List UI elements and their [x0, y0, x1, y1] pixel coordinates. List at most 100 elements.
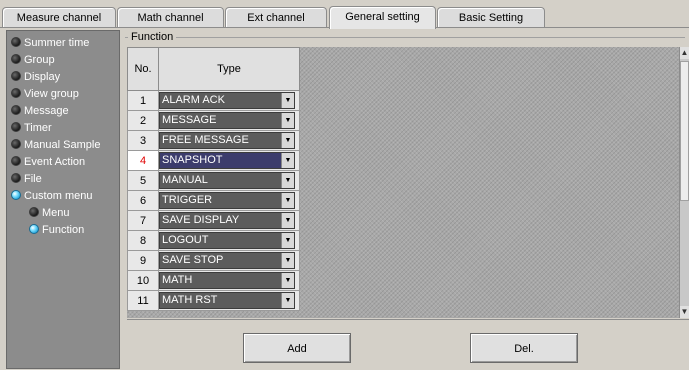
sidebar-item-label: Display: [24, 71, 61, 83]
table-row-selected: 4 SNAPSHOT ▼: [127, 150, 300, 171]
type-value: ALARM ACK: [162, 94, 225, 106]
type-value: SNAPSHOT: [162, 154, 223, 166]
sidebar-item-summer-time[interactable]: Summer time: [11, 36, 89, 50]
type-value: LOGOUT: [162, 234, 209, 246]
row-number: 8: [127, 230, 159, 251]
radio-indicator-icon: [29, 207, 39, 217]
group-title: Function: [128, 30, 177, 44]
tab-basic-setting[interactable]: Basic Setting: [437, 7, 545, 27]
table-row: 2 MESSAGE ▼: [127, 110, 300, 131]
chevron-down-icon[interactable]: ▼: [281, 233, 294, 248]
chevron-down-icon[interactable]: ▼: [281, 93, 294, 108]
delete-button[interactable]: Del.: [470, 333, 578, 363]
chevron-down-icon[interactable]: ▼: [281, 273, 294, 288]
function-table: No. Type 1 ALARM ACK ▼ 2 MESSAGE ▼ 3 FREE …: [127, 47, 300, 311]
sidebar-item-label: Event Action: [24, 156, 86, 168]
table-row: 9 SAVE STOP ▼: [127, 250, 300, 271]
row-number: 2: [127, 110, 159, 131]
tab-measure-channel[interactable]: Measure channel: [2, 7, 116, 27]
radio-indicator-icon: [11, 139, 21, 149]
type-dropdown[interactable]: SNAPSHOT ▼: [159, 152, 295, 169]
type-value: MATH RST: [162, 294, 218, 306]
sidebar-item-function[interactable]: Function: [29, 223, 84, 237]
row-number: 3: [127, 130, 159, 151]
type-dropdown[interactable]: MESSAGE ▼: [159, 112, 295, 129]
type-value: FREE MESSAGE: [162, 134, 249, 146]
sidebar-item-group[interactable]: Group: [11, 53, 55, 67]
sidebar-item-file[interactable]: File: [11, 172, 42, 186]
row-number: 6: [127, 190, 159, 211]
sidebar-item-label: View group: [24, 88, 79, 100]
row-number: 4: [127, 150, 159, 171]
chevron-down-icon[interactable]: ▼: [281, 213, 294, 228]
radio-indicator-icon: [11, 88, 21, 98]
row-number: 9: [127, 250, 159, 271]
type-value: MANUAL: [162, 174, 208, 186]
type-dropdown[interactable]: MATH ▼: [159, 272, 295, 289]
sidebar-item-label: Function: [42, 224, 85, 236]
radio-indicator-icon: [11, 105, 21, 115]
type-dropdown[interactable]: TRIGGER ▼: [159, 192, 295, 209]
row-number: 7: [127, 210, 159, 231]
table-row: 3 FREE MESSAGE ▼: [127, 130, 300, 151]
sidebar-item-manual-sample[interactable]: Manual Sample: [11, 138, 100, 152]
radio-indicator-icon: [11, 37, 21, 47]
type-dropdown[interactable]: ALARM ACK ▼: [159, 92, 295, 109]
table-row: 7 SAVE DISPLAY ▼: [127, 210, 300, 231]
sidebar-item-custom-menu[interactable]: Custom menu: [11, 189, 92, 203]
radio-selected-icon: [29, 224, 39, 234]
radio-indicator-icon: [11, 54, 21, 64]
sidebar: Summer time Group Display View group Mes…: [6, 30, 120, 369]
sidebar-item-label: Summer time: [24, 37, 90, 49]
chevron-down-icon[interactable]: ▼: [281, 133, 294, 148]
type-value: TRIGGER: [162, 194, 213, 206]
chevron-down-icon[interactable]: ▼: [281, 153, 294, 168]
radio-selected-icon: [11, 190, 21, 200]
vertical-scrollbar[interactable]: ▲ ▼: [679, 47, 689, 318]
chevron-down-icon[interactable]: ▼: [281, 173, 294, 188]
table-row: 6 TRIGGER ▼: [127, 190, 300, 211]
sidebar-item-label: Group: [24, 54, 55, 66]
scroll-down-arrow-icon[interactable]: ▼: [680, 306, 689, 318]
sidebar-item-menu[interactable]: Menu: [29, 206, 70, 220]
sidebar-item-label: Message: [24, 105, 69, 117]
sidebar-item-label: Custom menu: [24, 190, 93, 202]
row-number: 1: [127, 90, 159, 111]
radio-indicator-icon: [11, 122, 21, 132]
add-button[interactable]: Add: [243, 333, 351, 363]
column-header-type: Type: [158, 47, 300, 91]
type-dropdown[interactable]: MANUAL ▼: [159, 172, 295, 189]
sidebar-item-timer[interactable]: Timer: [11, 121, 52, 135]
sidebar-item-label: Manual Sample: [24, 139, 101, 151]
chevron-down-icon[interactable]: ▼: [281, 293, 294, 308]
type-dropdown[interactable]: FREE MESSAGE ▼: [159, 132, 295, 149]
footer-bar: Add Del.: [127, 319, 689, 370]
row-number: 11: [127, 290, 159, 311]
radio-indicator-icon: [11, 173, 21, 183]
sidebar-item-event-action[interactable]: Event Action: [11, 155, 85, 169]
table-row: 5 MANUAL ▼: [127, 170, 300, 191]
sidebar-item-label: Menu: [42, 207, 70, 219]
row-number: 5: [127, 170, 159, 191]
type-value: MESSAGE: [162, 114, 217, 126]
type-dropdown[interactable]: MATH RST ▼: [159, 292, 295, 309]
sidebar-item-message[interactable]: Message: [11, 104, 69, 118]
radio-indicator-icon: [11, 71, 21, 81]
table-row: 10 MATH ▼: [127, 270, 300, 291]
chevron-down-icon[interactable]: ▼: [281, 253, 294, 268]
tab-general-setting[interactable]: General setting: [329, 6, 436, 29]
sidebar-item-view-group[interactable]: View group: [11, 87, 79, 101]
chevron-down-icon[interactable]: ▼: [281, 193, 294, 208]
chevron-down-icon[interactable]: ▼: [281, 113, 294, 128]
column-header-no: No.: [127, 47, 159, 91]
scrollbar-thumb[interactable]: [680, 61, 689, 201]
tab-ext-channel[interactable]: Ext channel: [225, 7, 327, 27]
tab-math-channel[interactable]: Math channel: [117, 7, 224, 27]
radio-indicator-icon: [11, 156, 21, 166]
sidebar-item-display[interactable]: Display: [11, 70, 60, 84]
type-dropdown[interactable]: LOGOUT ▼: [159, 232, 295, 249]
type-dropdown[interactable]: SAVE STOP ▼: [159, 252, 295, 269]
scroll-up-arrow-icon[interactable]: ▲: [680, 47, 689, 59]
group-frame-line: [125, 37, 685, 38]
type-dropdown[interactable]: SAVE DISPLAY ▼: [159, 212, 295, 229]
